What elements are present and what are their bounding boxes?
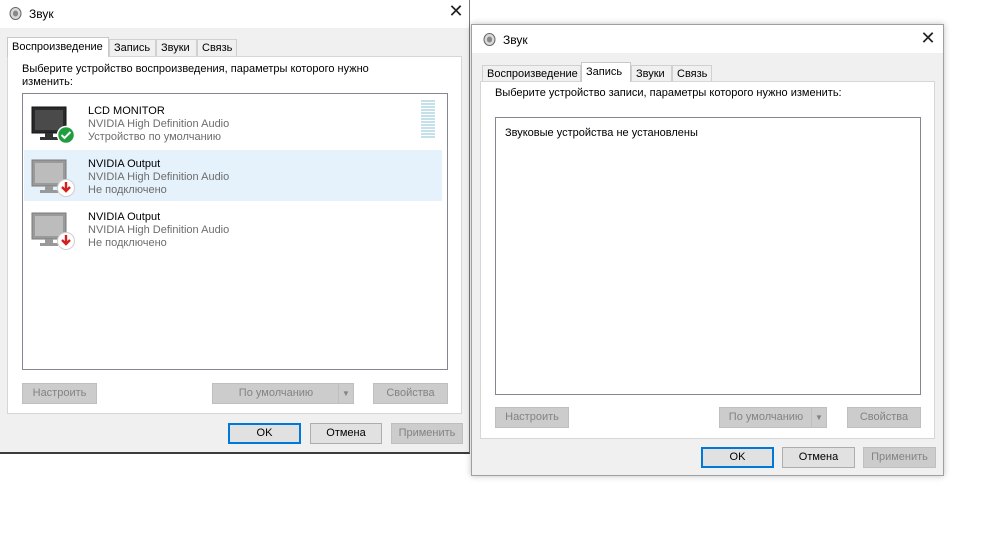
tab-playback[interactable]: Воспроизведение xyxy=(7,37,109,57)
device-status: Не подключено xyxy=(88,184,167,196)
sound-dialog-recording: Звук ✕ Воспроизведение Запись Звуки Связ… xyxy=(471,24,944,476)
close-icon[interactable]: ✕ xyxy=(445,2,467,24)
tab-recording[interactable]: Запись xyxy=(581,62,631,82)
tab-sounds[interactable]: Звуки xyxy=(631,65,672,82)
title-bar[interactable]: Звук ✕ xyxy=(0,0,469,28)
device-item-nvidia-output-1[interactable]: NVIDIA Output NVIDIA High Definition Aud… xyxy=(24,150,442,201)
chevron-down-icon[interactable]: ▼ xyxy=(338,384,353,403)
instruction-text: Выберите устройство записи, параметры ко… xyxy=(495,87,842,99)
tab-panel: Выберите устройство записи, параметры ко… xyxy=(480,81,935,439)
apply-button[interactable]: Применить xyxy=(863,447,936,468)
monitor-disconnected-icon xyxy=(31,212,75,250)
device-driver: NVIDIA High Definition Audio xyxy=(88,118,230,130)
cancel-button[interactable]: Отмена xyxy=(782,447,855,468)
device-list[interactable]: Звуковые устройства не установлены xyxy=(495,117,921,395)
tab-panel: Выберите устройство воспроизведения, пар… xyxy=(7,56,462,414)
set-default-button[interactable]: По умолчанию ▼ xyxy=(212,383,354,404)
tab-strip: Воспроизведение Запись Звуки Связь xyxy=(7,37,247,57)
tab-recording[interactable]: Запись xyxy=(109,39,156,56)
device-name: NVIDIA Output xyxy=(88,211,161,223)
device-status: Не подключено xyxy=(88,237,167,249)
instruction-text: Выберите устройство воспроизведения, пар… xyxy=(22,63,369,88)
properties-button[interactable]: Свойства xyxy=(847,407,921,428)
monitor-icon xyxy=(31,106,76,145)
device-list[interactable]: LCD MONITOR NVIDIA High Definition Audio… xyxy=(22,93,448,370)
tab-communications[interactable]: Связь xyxy=(197,39,237,56)
title-bar[interactable]: Звук ✕ xyxy=(472,25,943,53)
device-status: Устройство по умолчанию xyxy=(88,131,222,143)
window-title: Звук xyxy=(503,33,528,47)
monitor-disconnected-icon xyxy=(31,159,75,197)
configure-button[interactable]: Настроить xyxy=(495,407,569,428)
properties-button[interactable]: Свойства xyxy=(373,383,448,404)
device-name: NVIDIA Output xyxy=(88,158,161,170)
cancel-button[interactable]: Отмена xyxy=(310,423,382,444)
sound-dialog-playback: Звук ✕ Воспроизведение Запись Звуки Связ… xyxy=(0,0,470,454)
close-icon[interactable]: ✕ xyxy=(917,29,939,51)
check-icon xyxy=(56,125,76,145)
device-item-nvidia-output-2[interactable]: NVIDIA Output NVIDIA High Definition Aud… xyxy=(24,203,442,254)
device-driver: NVIDIA High Definition Audio xyxy=(88,171,230,183)
window-title: Звук xyxy=(29,7,54,21)
tab-sounds[interactable]: Звуки xyxy=(156,39,197,56)
speaker-icon xyxy=(483,33,496,46)
set-default-button[interactable]: По умолчанию ▼ xyxy=(719,407,827,428)
set-default-label: По умолчанию xyxy=(238,387,314,399)
apply-button[interactable]: Применить xyxy=(391,423,463,444)
speaker-icon xyxy=(9,7,22,20)
ok-button[interactable]: OK xyxy=(701,447,774,468)
tab-strip: Воспроизведение Запись Звуки Связь xyxy=(482,62,722,82)
device-item-lcd-monitor[interactable]: LCD MONITOR NVIDIA High Definition Audio… xyxy=(24,97,442,148)
configure-button[interactable]: Настроить xyxy=(22,383,97,404)
ok-button[interactable]: OK xyxy=(228,423,301,444)
tab-communications[interactable]: Связь xyxy=(672,65,712,82)
empty-list-message: Звуковые устройства не установлены xyxy=(505,127,698,139)
set-default-label: По умолчанию xyxy=(728,411,804,423)
chevron-down-icon[interactable]: ▼ xyxy=(811,408,826,427)
device-driver: NVIDIA High Definition Audio xyxy=(88,224,230,236)
tab-playback[interactable]: Воспроизведение xyxy=(482,65,581,82)
device-name: LCD MONITOR xyxy=(88,105,165,117)
